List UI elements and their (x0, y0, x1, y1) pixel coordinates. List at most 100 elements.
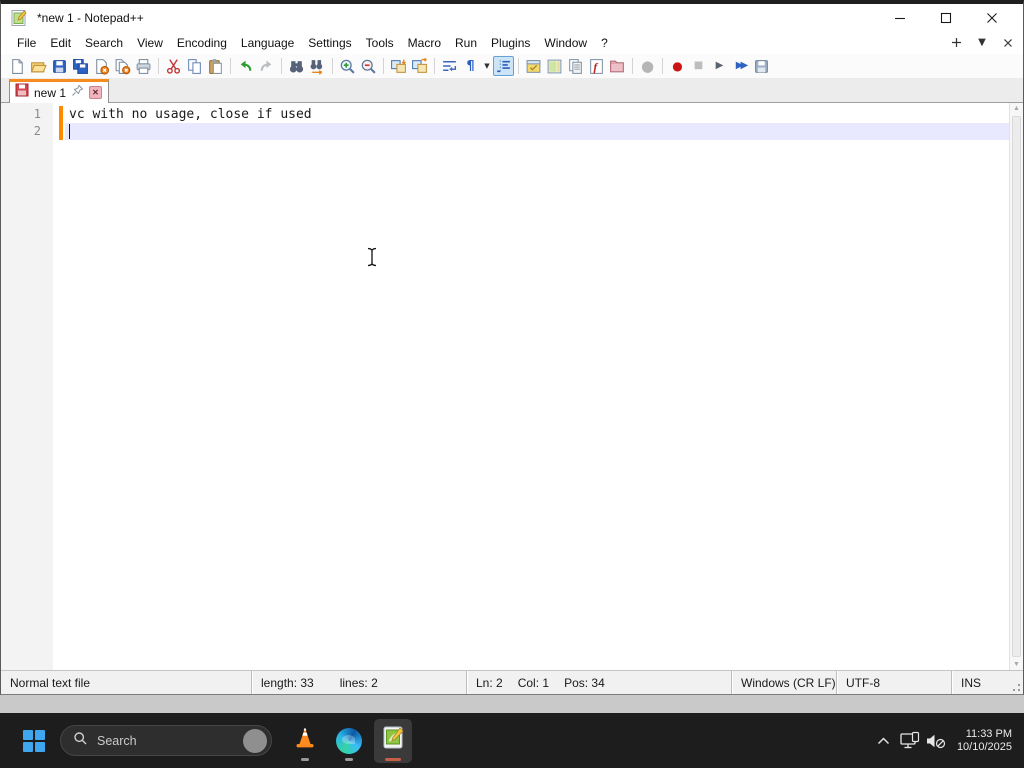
close-file-button[interactable] (91, 56, 112, 76)
menu-search[interactable]: Search (78, 33, 130, 53)
close-tab-button[interactable] (997, 34, 1019, 52)
taskbar-notepad-plus-plus-button[interactable] (374, 718, 412, 763)
editor-line-text[interactable] (69, 123, 1007, 140)
macro-stop-button[interactable]: ■ (688, 56, 709, 76)
folder-as-workspace-button[interactable] (607, 56, 628, 76)
find-button[interactable] (286, 56, 307, 76)
tray-volume-muted-icon[interactable] (923, 726, 949, 756)
status-lines: lines: 2 (339, 675, 378, 690)
paste-icon (209, 58, 222, 74)
indent-guide-button[interactable] (493, 56, 514, 76)
menu-language[interactable]: Language (234, 33, 301, 53)
save-file-icon (53, 59, 66, 73)
new-file-icon (12, 58, 23, 74)
indent-guide-icon (497, 59, 510, 73)
save-file-button[interactable] (49, 56, 70, 76)
copy-button[interactable] (184, 56, 205, 76)
scroll-up-icon[interactable]: ▲ (1010, 105, 1023, 112)
cut-button[interactable] (163, 56, 184, 76)
sync-horizontal-scrolling-button[interactable] (409, 56, 430, 76)
scroll-down-icon[interactable]: ▼ (1010, 661, 1023, 668)
menu-tools[interactable]: Tools (359, 33, 401, 53)
document-list-icon (569, 58, 582, 74)
function-list-icon: f (590, 58, 603, 74)
print-button[interactable] (133, 56, 154, 76)
redo-button[interactable] (256, 56, 277, 76)
search-highlight-icon[interactable] (243, 728, 267, 753)
open-file-button[interactable] (28, 56, 49, 76)
status-eol-format: Windows (CR LF) (731, 671, 836, 694)
monitoring-button[interactable]: ● (637, 56, 658, 76)
pin-tab-icon[interactable] (71, 84, 84, 102)
define-language-button[interactable] (523, 56, 544, 76)
menu-encoding[interactable]: Encoding (170, 33, 234, 53)
macro-record-icon: ● (672, 59, 683, 73)
vertical-scrollbar[interactable]: ▲ ▼ (1009, 103, 1023, 670)
save-all-button[interactable] (70, 56, 91, 76)
toolbar-separator (518, 58, 519, 74)
paste-button[interactable] (205, 56, 226, 76)
undo-button[interactable] (235, 56, 256, 76)
show-all-characters-dropdown-icon: ▼ (484, 61, 490, 70)
zoom-out-icon (361, 59, 376, 74)
replace-button[interactable] (307, 56, 328, 76)
new-tab-button[interactable] (945, 34, 967, 52)
show-all-characters-button[interactable]: ¶ (460, 56, 481, 76)
word-wrap-icon (443, 60, 457, 71)
menu-run[interactable]: Run (448, 33, 484, 53)
taskbar-edge-button[interactable] (330, 719, 368, 763)
zoom-out-button[interactable] (358, 56, 379, 76)
menu-view[interactable]: View (130, 33, 170, 53)
menu-help[interactable]: ? (594, 33, 615, 53)
maximize-button[interactable] (931, 7, 961, 29)
menu-macro[interactable]: Macro (401, 33, 448, 53)
text-lines[interactable]: vc with no usage, close if used (69, 106, 1007, 140)
macro-playback-button[interactable]: ▶ (709, 56, 730, 76)
zoom-in-button[interactable] (337, 56, 358, 76)
status-cursor-position: Ln: 2 Col: 1 Pos: 34 (466, 671, 731, 694)
tab-close-icon[interactable]: ✕ (89, 86, 103, 99)
redo-icon (260, 60, 272, 71)
tray-display-device-icon[interactable] (897, 726, 923, 756)
macro-record-button[interactable]: ● (667, 56, 688, 76)
editor-area[interactable]: 12 vc with no usage, close if used ▲ ▼ (1, 103, 1023, 670)
resize-grip[interactable] (1007, 671, 1023, 694)
tabbar: new 1 ✕ (1, 78, 1023, 103)
status-length: length: 33 (261, 675, 314, 690)
text-caret (69, 124, 70, 139)
tab-new-1[interactable]: new 1 ✕ (9, 79, 110, 103)
toolbar-separator (434, 58, 435, 74)
function-list-button[interactable]: f (586, 56, 607, 76)
taskbar-vlc-button[interactable] (286, 719, 324, 763)
document-map-button[interactable] (544, 56, 565, 76)
close-button[interactable] (977, 7, 1007, 29)
document-list-button[interactable] (565, 56, 586, 76)
status-pos: Pos: 34 (564, 675, 605, 690)
tab-list-dropdown-icon[interactable]: ▼ (971, 34, 993, 52)
word-wrap-button[interactable] (439, 56, 460, 76)
menu-window[interactable]: Window (537, 33, 594, 53)
tray-chevron-up-icon[interactable] (871, 726, 897, 756)
start-button[interactable] (14, 721, 54, 761)
menu-edit[interactable]: Edit (43, 33, 78, 53)
scrollbar-thumb[interactable] (1012, 116, 1021, 657)
sync-horizontal-scrolling-icon (412, 57, 427, 73)
tray-clock[interactable]: 11:33 PM 10/10/2025 (957, 728, 1012, 754)
toolbar-separator (332, 58, 333, 74)
taskbar-search-box[interactable]: Search (60, 725, 272, 756)
folder-as-workspace-icon (610, 60, 624, 72)
sync-vertical-scrolling-button[interactable] (388, 56, 409, 76)
menu-file[interactable]: File (10, 33, 43, 53)
macro-save-button[interactable] (751, 56, 772, 76)
menu-settings[interactable]: Settings (301, 33, 358, 53)
close-all-button[interactable] (112, 56, 133, 76)
new-file-button[interactable] (7, 56, 28, 76)
status-length-lines: length: 33 lines: 2 (251, 671, 466, 694)
search-icon (73, 731, 88, 751)
minimize-button[interactable] (885, 7, 915, 29)
show-all-characters-dropdown-button[interactable]: ▼ (481, 56, 493, 76)
editor-line-text[interactable]: vc with no usage, close if used (69, 106, 1007, 123)
macro-run-multiple-button[interactable]: ▶▶ (730, 56, 751, 76)
menu-plugins[interactable]: Plugins (484, 33, 537, 53)
sync-vertical-scrolling-icon (391, 59, 406, 73)
